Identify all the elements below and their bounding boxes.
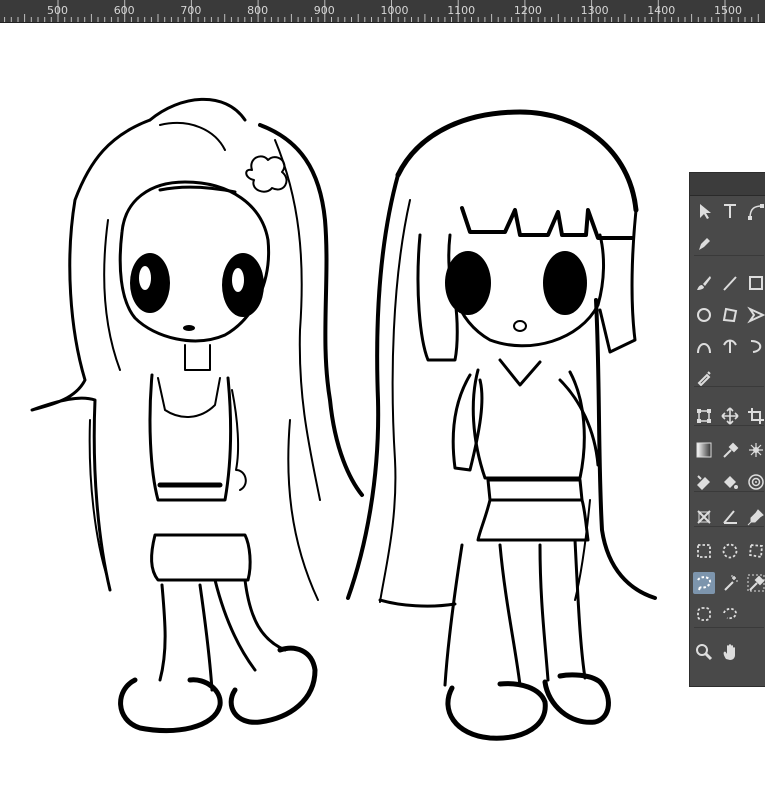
poly-select-icon[interactable] (745, 540, 765, 562)
perspective-icon-glyph (697, 509, 711, 524)
free-select-icon-glyph (723, 608, 737, 620)
arc-icon-glyph (697, 343, 711, 354)
select-arrow-icon[interactable] (693, 200, 715, 222)
curve-icon[interactable] (745, 335, 765, 357)
horizontal-ruler[interactable]: 500 600 700 800 900 1000 1100 1200 1300 1400 1500 (0, 0, 765, 23)
drawing-canvas[interactable] (0, 23, 765, 807)
magic-wand-icon[interactable] (719, 572, 741, 594)
lasso-select-icon[interactable] (693, 571, 715, 594)
fill-bucket-icon[interactable] (719, 471, 741, 493)
arrow-shape-icon[interactable] (745, 304, 765, 326)
pin-icon[interactable] (745, 506, 765, 528)
gradient-icon-glyph (696, 442, 712, 458)
rect-select-icon-glyph (697, 544, 711, 559)
tool-panel-header[interactable] (690, 173, 765, 196)
select-arrow-icon-glyph (700, 204, 711, 219)
eraser-icon[interactable] (693, 471, 715, 493)
pen-tool-icon-glyph (699, 237, 710, 250)
node-tool-icon-glyph (748, 204, 764, 220)
pin-icon-glyph (747, 508, 764, 525)
free-select-icon[interactable] (719, 603, 741, 625)
brush-icon-glyph (697, 276, 711, 291)
brush-icon[interactable] (693, 272, 715, 294)
ruler-label: 1500 (714, 4, 742, 17)
tool-group-separator (694, 626, 764, 628)
ellipse-icon-glyph (697, 307, 711, 322)
tool-group-separator (694, 526, 764, 528)
ruler-label: 600 (113, 4, 135, 17)
right-girl-sketch (346, 109, 657, 741)
pen-tool-icon[interactable] (693, 232, 715, 254)
color-select-icon-glyph (747, 574, 765, 592)
transform-icon[interactable] (693, 405, 715, 427)
perspective-icon[interactable] (693, 506, 715, 528)
text-tool-icon[interactable] (719, 200, 741, 222)
ruler-label: 1200 (513, 4, 542, 17)
tool-group-separator (694, 425, 764, 427)
polygon-icon-glyph (722, 307, 738, 323)
bezier-icon-glyph (723, 339, 737, 354)
ruler-label: 1300 (580, 4, 609, 17)
line-icon-glyph (723, 276, 737, 292)
gradient-icon[interactable] (693, 439, 715, 461)
ruler-label: 700 (180, 4, 202, 17)
rectangle-icon[interactable] (745, 272, 765, 294)
target-icon[interactable] (745, 471, 765, 493)
rect-select-icon[interactable] (693, 540, 715, 562)
sketch-artwork (30, 97, 657, 741)
brush-select-icon[interactable] (693, 603, 715, 625)
sparkle-icon[interactable] (745, 439, 765, 461)
zoom-icon-glyph (696, 644, 713, 661)
eraser-icon-glyph (697, 475, 710, 490)
color-select-icon[interactable] (745, 572, 765, 594)
tool-group-separator (694, 491, 764, 493)
curve-icon-glyph (750, 340, 762, 354)
ellipse-icon[interactable] (693, 304, 715, 326)
eyedropper-icon[interactable] (719, 439, 741, 461)
poly-select-icon-glyph (749, 544, 763, 559)
line-icon[interactable] (719, 272, 741, 294)
tool-group-separator (694, 385, 764, 387)
tool-panel (689, 172, 765, 687)
airbrush-icon-glyph (697, 371, 711, 387)
sparkle-icon-glyph (749, 443, 763, 458)
move-icon[interactable] (719, 405, 741, 427)
ruler-label: 1000 (380, 4, 409, 17)
bezier-icon[interactable] (719, 335, 741, 357)
ruler-label: 1100 (447, 4, 476, 17)
crop-icon-glyph (748, 407, 764, 424)
target-icon-glyph (748, 474, 764, 490)
fill-bucket-icon-glyph (724, 475, 738, 489)
ruler-label: 800 (247, 4, 269, 17)
magic-wand-icon-glyph (724, 574, 739, 591)
ruler-label: 1400 (647, 4, 676, 17)
angle-icon[interactable] (719, 506, 741, 528)
rectangle-icon-glyph (749, 276, 763, 291)
eyedropper-icon-glyph (723, 442, 739, 459)
text-tool-icon-glyph (724, 204, 736, 218)
zoom-icon[interactable] (693, 641, 715, 663)
left-girl-sketch (30, 97, 364, 734)
hand-icon[interactable] (719, 641, 741, 663)
lasso-select-icon-glyph (697, 575, 712, 591)
crop-icon[interactable] (745, 405, 765, 427)
ellipse-select-icon[interactable] (719, 540, 741, 562)
transform-icon-glyph (697, 408, 711, 423)
angle-icon-glyph (723, 509, 737, 524)
move-icon-glyph (721, 407, 739, 425)
polygon-icon[interactable] (719, 304, 741, 326)
tool-group-separator (694, 255, 764, 257)
arrow-shape-icon-glyph (747, 306, 765, 324)
ruler-label: 900 (313, 4, 335, 17)
hand-icon-glyph (723, 644, 735, 660)
ellipse-select-icon-glyph (722, 543, 738, 559)
arc-icon[interactable] (693, 335, 715, 357)
ruler-label: 500 (47, 4, 68, 17)
node-tool-icon[interactable] (745, 200, 765, 222)
brush-select-icon-glyph (697, 607, 711, 622)
